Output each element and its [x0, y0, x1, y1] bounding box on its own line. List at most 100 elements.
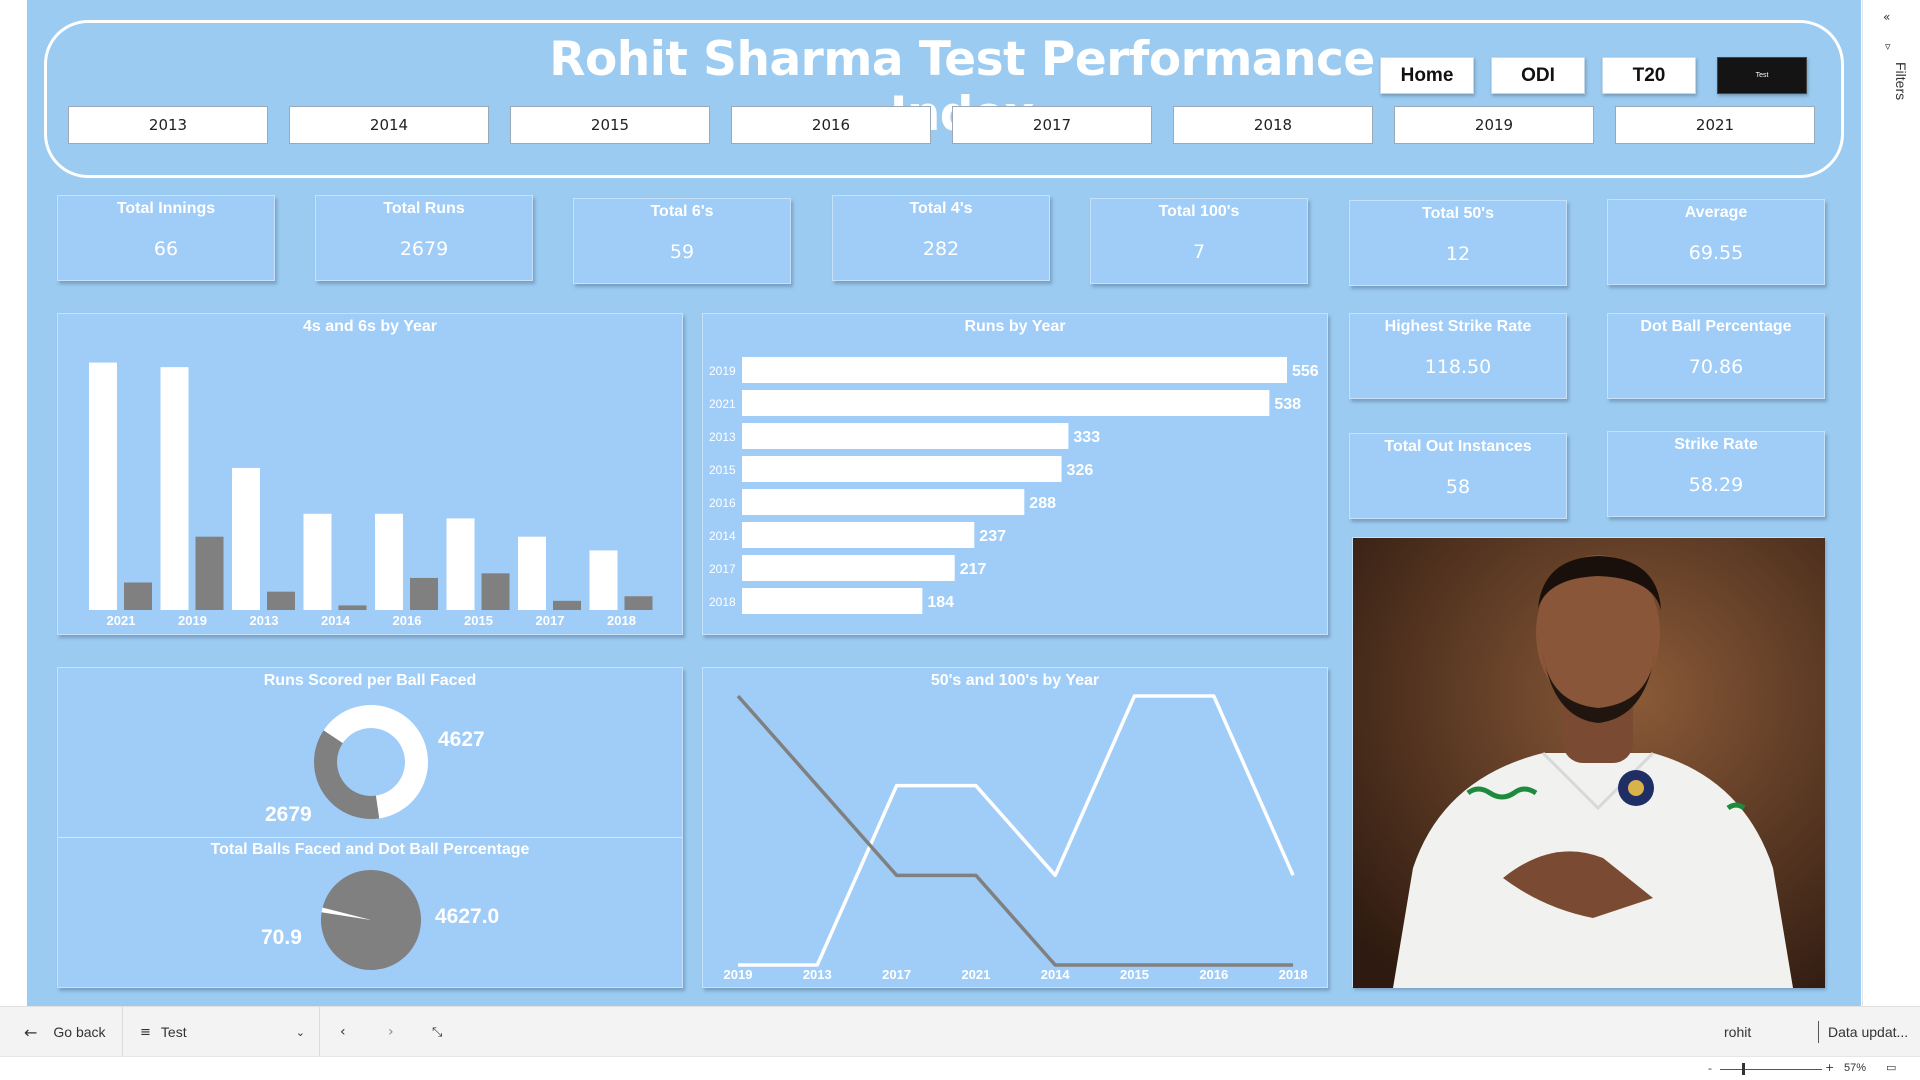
zoom-slider-thumb[interactable] [1742, 1063, 1745, 1075]
fit-to-page-icon[interactable]: ▭ [1886, 1061, 1896, 1074]
kpi-label: Highest Strike Rate [1384, 318, 1532, 335]
kpi-total-out-instances: Total Out Instances 58 [1349, 433, 1567, 519]
chart-50s-100s-by-year: 50's and 100's by Year 2019 2013 2017 2021 2… [702, 667, 1328, 988]
bar-2017-series-0 [518, 536, 546, 610]
chevron-down-icon: ⌄ [295, 1025, 305, 1039]
previous-page-button[interactable]: ‹ [340, 1007, 346, 1057]
next-page-button[interactable]: › [388, 1007, 394, 1057]
y-tick-label: 2016 [709, 496, 736, 510]
y-tick-label: 2019 [709, 364, 736, 378]
kpi-value: 282 [922, 238, 960, 260]
page-selector[interactable]: ≡ Test ⌄ [140, 1007, 305, 1057]
kpi-highest-strike-rate: Highest Strike Rate 118.50 [1349, 313, 1567, 399]
x-tick-label: 2017 [882, 967, 911, 982]
data-label: 184 [927, 594, 954, 611]
kpi-value: 12 [1445, 243, 1471, 265]
x-tick-label: 2017 [536, 613, 565, 628]
data-label: 237 [979, 528, 1006, 545]
kpi-label: Total 6's [650, 203, 714, 220]
kpi-label: Total 50's [1422, 205, 1494, 222]
x-tick-label: 2015 [1120, 967, 1149, 982]
year-slicer-2015[interactable]: 2015 [510, 106, 710, 144]
kpi-value: 2679 [399, 238, 449, 260]
expand-filters-icon[interactable]: « [1883, 10, 1890, 24]
bar-2013-series-1 [267, 591, 295, 610]
kpi-value: 118.50 [1424, 356, 1492, 378]
y-tick-label: 2017 [709, 562, 736, 576]
x-tick-label: 2021 [107, 613, 136, 628]
x-tick-label: 2019 [724, 967, 753, 982]
donut-slice-1 [314, 730, 380, 819]
bar-2013-series-0 [232, 467, 260, 610]
kpi-total-fours: Total 4's 282 [832, 195, 1050, 281]
bar-2019-series-1 [195, 536, 224, 610]
y-tick-label: 2013 [709, 430, 736, 444]
data-label: 333 [1073, 429, 1100, 446]
kpi-total-hundreds: Total 100's 7 [1090, 198, 1308, 284]
x-tick-label: 2021 [961, 967, 990, 982]
data-label: 288 [1029, 495, 1056, 512]
bar-2013 [742, 423, 1069, 449]
runs-bar-chart: 2019 556 2021 538 2013 333 2015 326 2016 288 2014 2… [709, 357, 1319, 614]
fifties-hundreds-line-chart: 2019 2013 2017 2021 2014 2015 2016 2018 [724, 694, 1308, 982]
filter-icon: ▿ [1885, 40, 1891, 53]
year-slicer-2017[interactable]: 2017 [952, 106, 1152, 144]
kpi-value: 59 [669, 241, 695, 263]
page-selector-value: Test [160, 1024, 187, 1040]
x-tick-label: 2016 [393, 613, 422, 628]
bar-2016-series-0 [375, 513, 403, 610]
user-name: rohit [1724, 1024, 1752, 1040]
chart-4s-6s-by-year: 4s and 6s by Year 2021 2019 2013 2014 2016 20… [57, 313, 683, 635]
filters-label[interactable]: Filters [1893, 62, 1909, 100]
x-tick-label: 2013 [803, 967, 832, 982]
bar-2016-series-1 [410, 577, 438, 610]
bar-2015-series-0 [446, 518, 475, 610]
data-label: 538 [1274, 396, 1301, 413]
year-slicer-2014[interactable]: 2014 [289, 106, 489, 144]
x-tick-label: 2016 [1199, 967, 1228, 982]
kpi-value: 69.55 [1688, 242, 1744, 264]
kpi-total-sixes: Total 6's 59 [573, 198, 791, 284]
y-tick-label: 2015 [709, 463, 736, 477]
player-photo [1352, 537, 1825, 988]
year-slicer-2021[interactable]: 2021 [1615, 106, 1815, 144]
bar-2015 [742, 456, 1062, 482]
bar-2016 [742, 489, 1025, 515]
go-back-button[interactable]: ← Go back [24, 1007, 106, 1057]
filters-pane[interactable]: « ▿ [1862, 0, 1920, 1006]
x-tick-label: 2015 [464, 613, 493, 628]
kpi-label: Total 100's [1158, 203, 1240, 220]
kpi-average: Average 69.55 [1607, 199, 1825, 285]
home-button[interactable]: Home [1380, 57, 1474, 94]
chart-runs-by-year: Runs by Year 2019 556 2021 538 2013 333 2015 32… [702, 313, 1328, 635]
bottom-navigation-bar: ← Go back ≡ Test ⌄ ‹ › ⤡ rohit Data upda… [0, 1006, 1920, 1057]
x-tick-label: 2018 [607, 613, 636, 628]
year-slicer-2018[interactable]: 2018 [1173, 106, 1373, 144]
pie-label-grey: 4627.0 [435, 905, 499, 928]
test-button[interactable]: Test [1717, 57, 1807, 94]
bar-2014-series-0 [303, 513, 332, 610]
chart-ball-stats: Runs Scored per Ball Faced Total Balls F… [57, 667, 683, 988]
bar-2018-series-1 [624, 596, 653, 610]
bar-2017-series-1 [553, 600, 581, 610]
zoom-out-button[interactable]: - [1708, 1062, 1712, 1075]
collapse-icon[interactable]: ⤡ [432, 1007, 442, 1057]
data-label: 217 [960, 561, 987, 578]
year-slicer-2019[interactable]: 2019 [1394, 106, 1594, 144]
data-updated-status[interactable]: Data updat... [1828, 1007, 1908, 1057]
report-canvas: Rohit Sharma Test Performance Index Home… [27, 0, 1861, 1006]
bar-2014 [742, 522, 975, 548]
zoom-level: 57% [1844, 1062, 1867, 1074]
donut-label-white: 4627 [438, 728, 485, 751]
zoom-in-button[interactable]: + [1825, 1061, 1834, 1074]
data-label: 326 [1067, 462, 1094, 479]
data-label: 556 [1292, 363, 1319, 380]
y-tick-label: 2014 [709, 529, 736, 543]
odi-button[interactable]: ODI [1491, 57, 1585, 94]
zoom-slider[interactable] [1720, 1069, 1822, 1070]
kpi-total-fifties: Total 50's 12 [1349, 200, 1567, 286]
year-slicer-2013[interactable]: 2013 [68, 106, 268, 144]
kpi-label: Strike Rate [1674, 436, 1758, 453]
t20-button[interactable]: T20 [1602, 57, 1696, 94]
year-slicer-2016[interactable]: 2016 [731, 106, 931, 144]
